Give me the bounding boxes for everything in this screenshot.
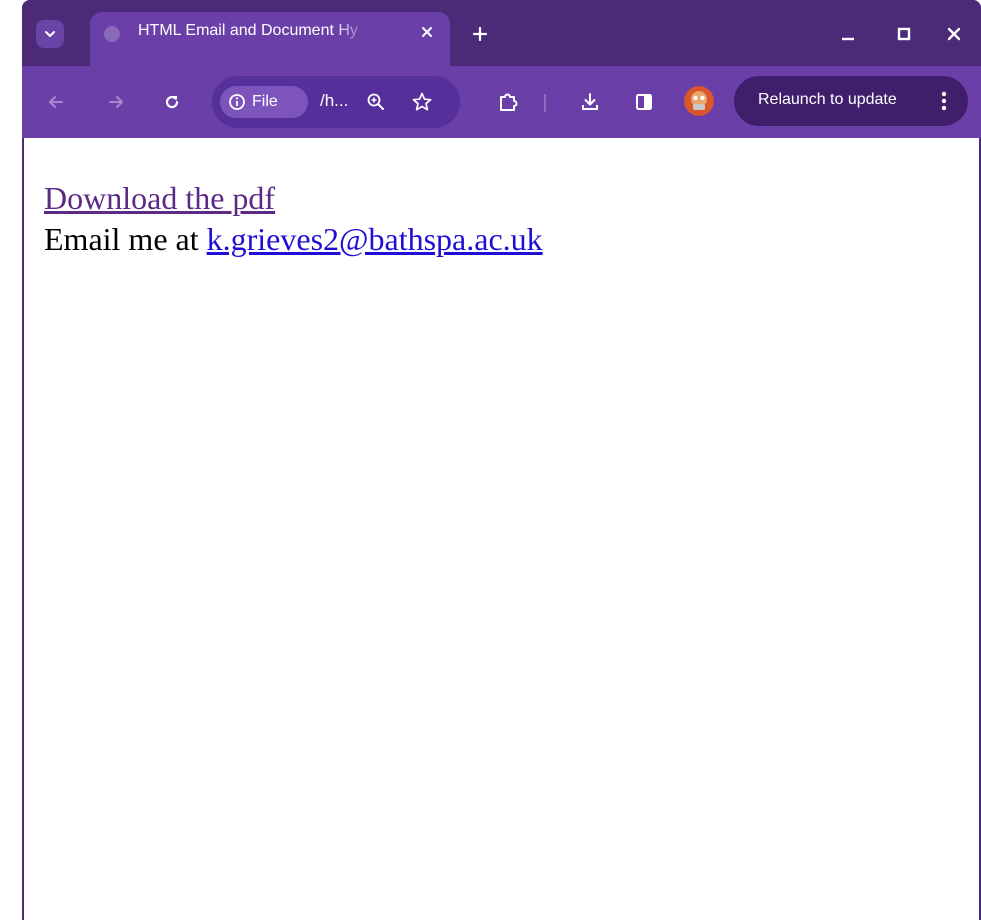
forward-icon [109,96,123,108]
globe-icon [104,26,120,42]
toolbar: File /h... Relaunch to update [22,66,981,138]
close-window-button[interactable] [940,20,968,48]
forward-button[interactable] [102,88,130,116]
browser-window: HTML Email and Document Hy File /h... Re… [22,0,981,920]
relaunch-label: Relaunch to update [758,91,897,108]
relaunch-to-update-button[interactable]: Relaunch to update [734,76,968,126]
back-button[interactable] [42,88,70,116]
back-icon [49,96,63,108]
zoom-button[interactable] [362,88,390,116]
star-icon [412,92,432,111]
site-info-chip[interactable]: File [220,86,308,118]
reload-icon [165,95,179,109]
side-panel-button[interactable] [630,88,658,116]
tab-strip: HTML Email and Document Hy [22,0,981,66]
bookmark-button[interactable] [408,88,436,116]
maximize-icon [897,27,911,41]
close-icon [422,27,432,37]
file-label: File [252,93,278,110]
new-tab-button[interactable] [468,22,492,46]
chevron-down-icon [45,31,55,37]
minimize-button[interactable] [834,20,862,48]
document-body: Download the pdf Email me at k.grieves2@… [44,178,543,260]
minimize-icon [842,37,854,41]
active-tab[interactable]: HTML Email and Document Hy [90,12,450,66]
close-tab-button[interactable] [416,21,438,43]
side-panel-icon [636,94,652,110]
close-window-icon [947,27,961,41]
profile-avatar-icon [684,86,714,116]
downloads-button[interactable] [576,88,604,116]
avatar[interactable] [684,86,714,116]
email-prefix-text: Email me at [44,221,207,257]
page-content: Download the pdf Email me at k.grieves2@… [24,138,979,920]
tab-title: HTML Email and Document Hy [138,22,358,39]
plus-icon [472,26,488,42]
extensions-button[interactable] [494,88,522,116]
reload-button[interactable] [158,88,186,116]
toolbar-separator [544,94,546,112]
menu-button[interactable] [934,89,954,113]
extensions-icon [500,93,518,111]
address-bar[interactable]: File /h... [212,76,460,128]
download-pdf-link[interactable]: Download the pdf [44,180,275,216]
maximize-button[interactable] [890,20,918,48]
email-link[interactable]: k.grieves2@bathspa.ac.uk [207,221,543,257]
tab-search-button[interactable] [36,20,64,48]
zoom-icon [367,93,384,110]
url-text[interactable]: /h... [320,91,348,111]
info-icon [229,94,245,110]
kebab-menu-icon [941,91,947,111]
download-icon [582,93,598,110]
